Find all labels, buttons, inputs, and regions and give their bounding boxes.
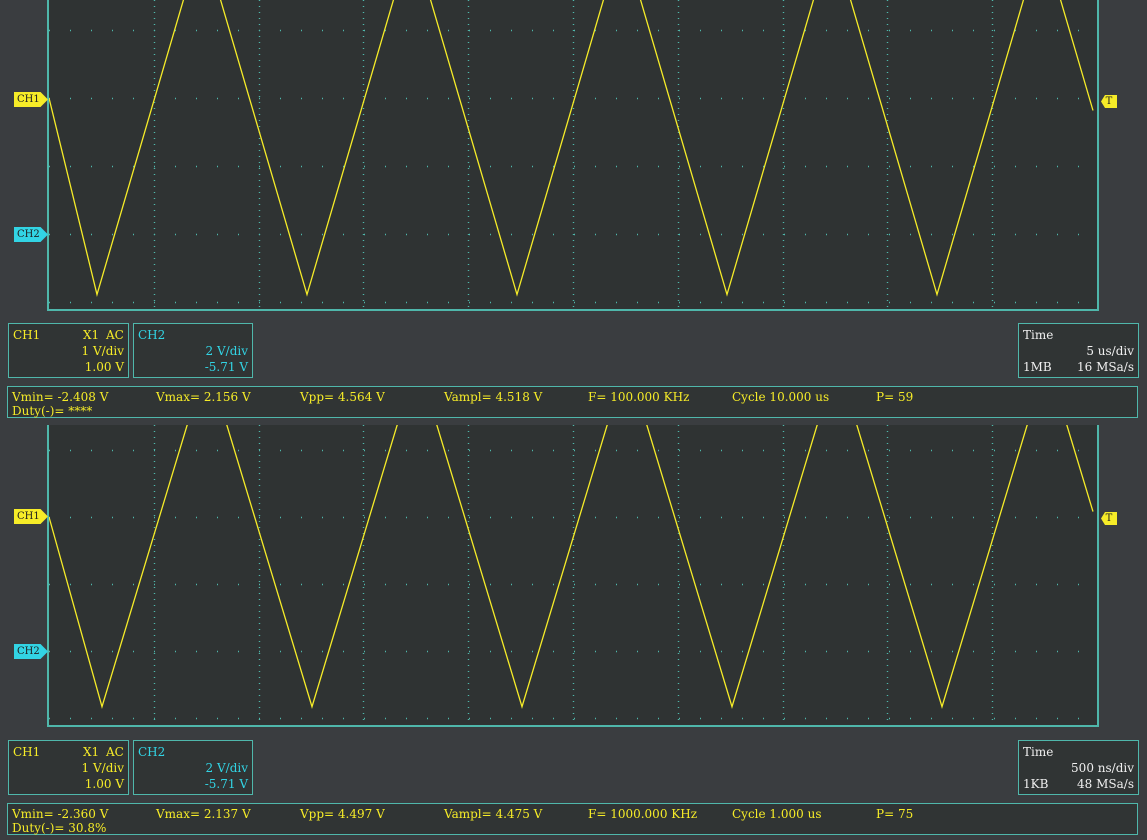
timebase-box[interactable]: Time 5 us/div 1MB 16 MSa/s (1018, 323, 1139, 378)
ch2-offset: -5.71 V (204, 777, 248, 791)
graticule (49, 0, 1097, 309)
measurement-bar: Vmin= -2.408 V Vmax= 2.156 V Vpp= 4.564 … (7, 386, 1138, 418)
ch1-probe: X1 (83, 745, 100, 759)
ch2-position-arrow-icon[interactable]: CH2 (14, 227, 48, 242)
memory-depth: 1KB (1023, 777, 1049, 791)
ch2-settings-box[interactable]: CH2 2 V/div -5.71 V (133, 740, 253, 795)
ch2-offset: -5.71 V (204, 360, 248, 374)
ch1-waveform-trace (49, 425, 1094, 710)
ch1-offset: 1.00 V (84, 360, 124, 374)
measure-duty: Duty(-)= 30.8% (12, 821, 107, 835)
ch1-waveform-trace (49, 0, 1094, 298)
measurement-bar: Vmin= -2.360 V Vmax= 2.137 V Vpp= 4.497 … (7, 803, 1138, 835)
ch1-probe: X1 (83, 328, 100, 342)
measure-vmin: Vmin= -2.360 V (12, 807, 109, 821)
ch1-offset: 1.00 V (84, 777, 124, 791)
timebase-label: Time (1023, 745, 1054, 759)
measure-frequency: F= 100.000 KHz (588, 390, 690, 404)
ch1-coupling: AC (106, 745, 124, 759)
trigger-level-icon[interactable]: T (1101, 95, 1117, 108)
measure-cycle: Cycle 10.000 us (732, 390, 830, 404)
waveform-display (49, 0, 1097, 309)
scope-panel-top: CH1 CH2 T CH1 X1 AC 1 V/div 1.00 V CH2 2… (0, 0, 1147, 418)
ch2-position-arrow-icon[interactable]: CH2 (14, 644, 48, 659)
ch1-scale: 1 V/div (81, 344, 124, 358)
measure-vampl: Vampl= 4.518 V (444, 390, 543, 404)
sample-rate: 48 MSa/s (1077, 777, 1134, 791)
ch1-settings-box[interactable]: CH1 X1 AC 1 V/div 1.00 V (8, 323, 129, 378)
ch1-position-arrow-icon[interactable]: CH1 (14, 509, 48, 524)
timebase-label: Time (1023, 328, 1054, 342)
measure-duty: Duty(-)= **** (12, 404, 93, 418)
ch2-label: CH2 (138, 745, 166, 759)
measure-cycle: Cycle 1.000 us (732, 807, 822, 821)
ch1-position-arrow-icon[interactable]: CH1 (14, 92, 48, 107)
timebase-box[interactable]: Time 500 ns/div 1KB 48 MSa/s (1018, 740, 1139, 795)
waveform-display (49, 425, 1097, 725)
ch2-settings-box[interactable]: CH2 2 V/div -5.71 V (133, 323, 253, 378)
measure-vmax: Vmax= 2.137 V (156, 807, 251, 821)
measure-vmin: Vmin= -2.408 V (12, 390, 109, 404)
timebase-scale: 500 ns/div (1071, 761, 1134, 775)
scope-panel-bottom: CH1 CH2 T CH1 X1 AC 1 V/div 1.00 V CH2 2… (0, 417, 1147, 835)
trigger-level-icon[interactable]: T (1101, 512, 1117, 525)
ch2-label: CH2 (138, 328, 166, 342)
measure-vpp: Vpp= 4.497 V (300, 807, 385, 821)
timebase-scale: 5 us/div (1086, 344, 1134, 358)
ch1-scale: 1 V/div (81, 761, 124, 775)
ch2-scale: 2 V/div (205, 344, 248, 358)
measure-vpp: Vpp= 4.564 V (300, 390, 385, 404)
ch1-label: CH1 (13, 328, 41, 342)
measure-frequency: F= 1000.000 KHz (588, 807, 698, 821)
ch1-label: CH1 (13, 745, 41, 759)
measure-vampl: Vampl= 4.475 V (444, 807, 543, 821)
sample-rate: 16 MSa/s (1077, 360, 1134, 374)
ch1-settings-box[interactable]: CH1 X1 AC 1 V/div 1.00 V (8, 740, 129, 795)
ch2-scale: 2 V/div (205, 761, 248, 775)
graticule (49, 425, 1097, 725)
measure-vmax: Vmax= 2.156 V (156, 390, 251, 404)
measure-points: P= 75 (876, 807, 914, 821)
waveform-grid (47, 425, 1099, 727)
measure-points: P= 59 (876, 390, 914, 404)
memory-depth: 1MB (1023, 360, 1052, 374)
ch1-coupling: AC (106, 328, 124, 342)
waveform-grid (47, 0, 1099, 311)
